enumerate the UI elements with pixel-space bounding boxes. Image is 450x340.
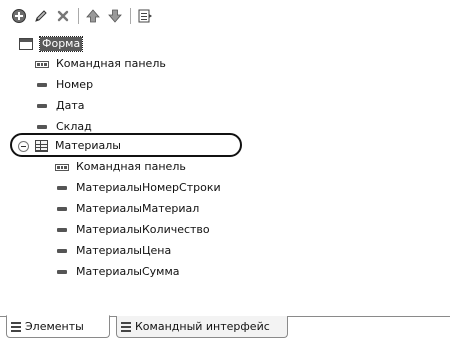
tree-item-command-bar[interactable]: Командная панель <box>34 54 166 74</box>
tree-item-label: Склад <box>56 120 92 133</box>
tree-item-materials-price[interactable]: МатериалыЦена <box>54 241 171 261</box>
tree-item-label: Дата <box>56 99 85 112</box>
tree-item-materials-material[interactable]: МатериалыМатериал <box>54 199 199 219</box>
field-icon <box>54 245 70 257</box>
move-down-icon[interactable] <box>106 7 124 25</box>
tree-item-materials-sum[interactable]: МатериалыСумма <box>54 262 180 282</box>
highlight-oval <box>10 133 242 157</box>
field-icon <box>54 182 70 194</box>
field-icon <box>54 224 70 236</box>
delete-icon[interactable] <box>54 7 72 25</box>
toolbar-separator <box>130 8 131 24</box>
tab-elements[interactable]: Элементы <box>6 315 110 338</box>
tree-item-materials-line-number[interactable]: МатериалыНомерСтроки <box>54 178 221 198</box>
tree-item-label: Номер <box>56 78 94 91</box>
field-icon <box>34 121 50 133</box>
field-icon <box>34 79 50 91</box>
form-icon <box>18 38 34 50</box>
tab-label: Командный интерфейс <box>135 320 270 333</box>
command-bar-icon <box>54 161 70 173</box>
toolbar <box>0 0 450 32</box>
toolbar-separator <box>78 8 79 24</box>
tree-item-label: МатериалыСумма <box>76 265 180 278</box>
field-icon <box>54 266 70 278</box>
tree-item-label: МатериалыМатериал <box>76 202 200 215</box>
list-icon <box>11 321 21 332</box>
tree-item-materials-command-bar[interactable]: Командная панель <box>54 157 186 177</box>
bottom-tabs: Командный интерфейс Элементы <box>0 315 450 340</box>
tree-item-label: Командная панель <box>76 160 186 173</box>
edit-icon[interactable] <box>32 7 50 25</box>
form-properties-icon[interactable] <box>136 7 154 25</box>
move-up-icon[interactable] <box>84 7 102 25</box>
tree-item-label: Командная панель <box>56 57 166 70</box>
tree-item-label: МатериалыНомерСтроки <box>76 181 221 194</box>
tree-item-number[interactable]: Номер <box>34 75 93 95</box>
tree-item-label: МатериалыЦена <box>76 244 172 257</box>
add-icon[interactable] <box>10 7 28 25</box>
tab-label: Элементы <box>25 320 84 333</box>
list-icon <box>121 321 131 332</box>
field-icon <box>54 203 70 215</box>
tree-item-date[interactable]: Дата <box>34 96 84 116</box>
tab-command-interface[interactable]: Командный интерфейс <box>116 316 288 338</box>
command-bar-icon <box>34 58 50 70</box>
tree-item-label: МатериалыКоличество <box>76 223 210 236</box>
tree-item-form[interactable]: Форма <box>18 34 84 54</box>
field-icon <box>34 100 50 112</box>
tree-item-label: Форма <box>38 36 84 52</box>
tree-item-materials-quantity[interactable]: МатериалыКоличество <box>54 220 210 240</box>
